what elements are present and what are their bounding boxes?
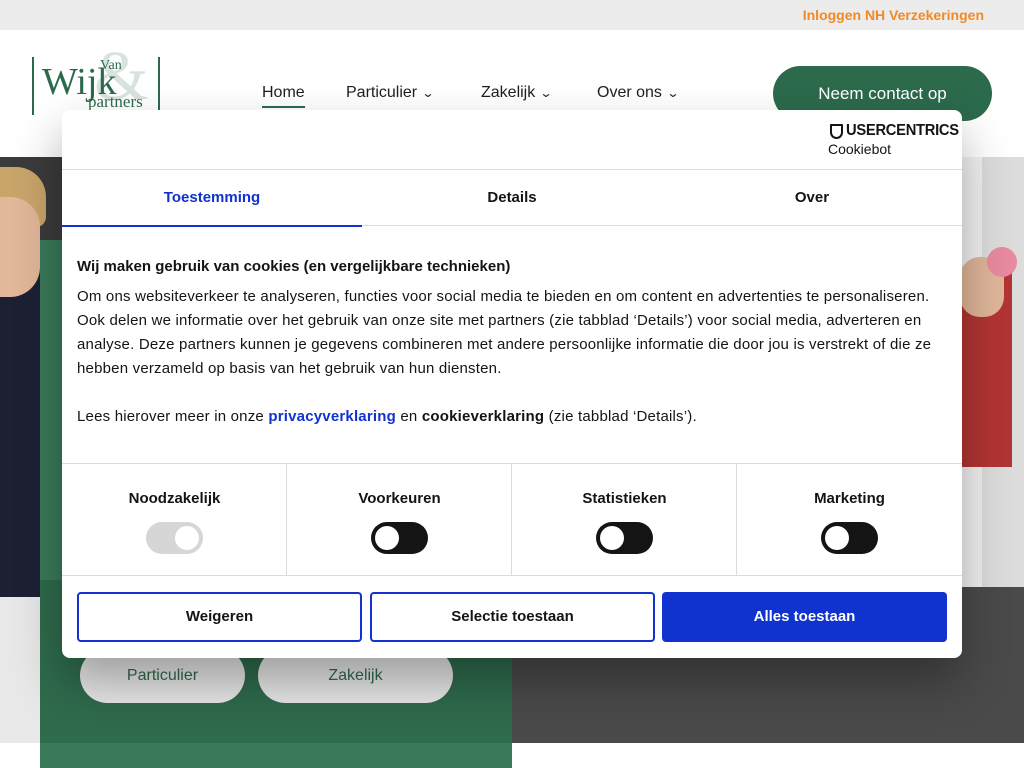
nav-item-home[interactable]: Home bbox=[262, 84, 305, 108]
consent-more-line: Lees hierover meer in onze privacyverkla… bbox=[77, 405, 937, 429]
voorkeuren-toggle[interactable] bbox=[371, 522, 428, 554]
nav-item-label: Particulier bbox=[346, 84, 418, 101]
logo-partners: partners bbox=[88, 92, 143, 111]
toggle-knob bbox=[375, 526, 399, 550]
usercentrics-cookiebot-logo[interactable]: USERCENTRICS Cookiebot bbox=[828, 122, 959, 158]
more-and: en bbox=[400, 408, 418, 425]
nav-item-zakelijk[interactable]: Zakelijk ⌄ bbox=[481, 84, 553, 102]
dialog-tabs: Toestemming Details Over bbox=[62, 170, 962, 227]
hero-flower bbox=[987, 247, 1017, 277]
more-suffix: (zie tabblad ‘Details’). bbox=[548, 408, 697, 425]
toggle-label: Voorkeuren bbox=[358, 490, 441, 507]
allow-selection-button[interactable]: Selectie toestaan bbox=[370, 592, 655, 642]
consent-text: Wij maken gebruik van cookies (en vergel… bbox=[77, 258, 937, 429]
consent-toggles: Noodzakelijk Voorkeuren Statistieken Mar… bbox=[62, 463, 962, 576]
noodzakelijk-toggle bbox=[146, 522, 203, 554]
cookie-consent-dialog: USERCENTRICS Cookiebot Toestemming Detai… bbox=[62, 110, 962, 658]
marketing-toggle[interactable] bbox=[821, 522, 878, 554]
toggle-knob bbox=[600, 526, 624, 550]
nav-item-over-ons[interactable]: Over ons ⌄ bbox=[597, 84, 680, 102]
cookie-statement: cookieverklaring bbox=[421, 408, 545, 425]
nav-item-label: Zakelijk bbox=[481, 84, 536, 101]
hero-person-face bbox=[0, 197, 40, 297]
nav-item-particulier[interactable]: Particulier ⌄ bbox=[346, 84, 435, 102]
chevron-down-icon: ⌄ bbox=[539, 86, 553, 100]
toggle-label: Noodzakelijk bbox=[128, 490, 221, 507]
brand-name: USERCENTRICS bbox=[846, 122, 959, 139]
toggle-label: Marketing bbox=[814, 490, 885, 507]
privacy-statement-link[interactable]: privacyverklaring bbox=[268, 408, 396, 425]
deny-button[interactable]: Weigeren bbox=[77, 592, 362, 642]
toggle-group-statistieken: Statistieken bbox=[512, 464, 737, 576]
toggle-group-noodzakelijk: Noodzakelijk bbox=[62, 464, 287, 576]
shield-icon bbox=[830, 124, 843, 139]
toggle-knob bbox=[825, 526, 849, 550]
nav-item-label: Over ons bbox=[597, 84, 662, 101]
consent-heading: Wij maken gebruik van cookies (en vergel… bbox=[77, 258, 511, 275]
login-nh-link[interactable]: Inloggen NH Verzekeringen bbox=[803, 7, 984, 23]
chevron-down-icon: ⌄ bbox=[421, 86, 435, 100]
toggle-group-voorkeuren: Voorkeuren bbox=[287, 464, 512, 576]
toggle-knob bbox=[175, 526, 199, 550]
statistieken-toggle[interactable] bbox=[596, 522, 653, 554]
logo[interactable]: & Van Wijk partners bbox=[30, 40, 162, 118]
tab-over[interactable]: Over bbox=[662, 170, 962, 226]
dialog-header: USERCENTRICS Cookiebot bbox=[62, 110, 962, 170]
allow-all-button[interactable]: Alles toestaan bbox=[662, 592, 947, 642]
consent-paragraph: Om ons websiteverkeer te analyseren, fun… bbox=[77, 288, 932, 377]
chevron-down-icon: ⌄ bbox=[666, 86, 680, 100]
brand-product: Cookiebot bbox=[828, 141, 892, 157]
nav-item-label: Home bbox=[262, 84, 305, 101]
top-bar: Inloggen NH Verzekeringen bbox=[0, 0, 1024, 30]
toggle-group-marketing: Marketing bbox=[737, 464, 962, 576]
toggle-label: Statistieken bbox=[582, 490, 667, 507]
more-prefix: Lees hierover meer in onze bbox=[77, 408, 264, 425]
tab-details[interactable]: Details bbox=[362, 170, 662, 226]
bottom-green-strip bbox=[40, 743, 512, 768]
tab-toestemming[interactable]: Toestemming bbox=[62, 170, 362, 227]
